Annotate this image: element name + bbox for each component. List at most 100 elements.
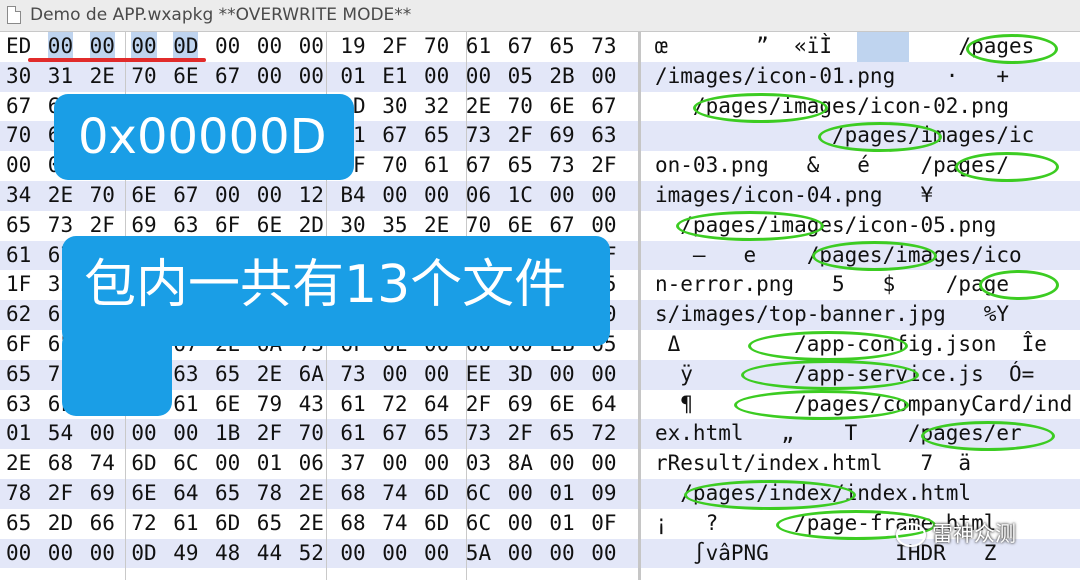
hex-byte[interactable]: 00 [508, 539, 533, 569]
hex-byte[interactable]: 2F [48, 479, 73, 509]
hex-byte[interactable]: 00 [591, 181, 616, 211]
hex-byte[interactable]: 2F [591, 151, 616, 181]
hex-byte[interactable]: 00 [424, 539, 449, 569]
hex-byte[interactable]: 2F [382, 32, 407, 62]
hex-byte[interactable]: 74 [382, 479, 407, 509]
hex-byte[interactable]: 01 [257, 449, 282, 479]
hex-byte[interactable]: 00 [382, 539, 407, 569]
hex-byte[interactable]: 01 [549, 509, 574, 539]
hex-byte[interactable]: 00 [257, 62, 282, 92]
hex-byte[interactable]: 65 [508, 151, 533, 181]
hex-byte[interactable]: 8A [508, 449, 533, 479]
hex-row[interactable]: 34 2E 70 6E 67 00 00 12 B4 00 00 06 1C 00 00 [0, 180, 638, 211]
hex-byte[interactable]: 61 [173, 390, 198, 420]
hex-byte[interactable]: EE [466, 360, 491, 390]
hex-byte[interactable]: 67 [508, 32, 533, 62]
hex-byte[interactable]: 00 [90, 539, 115, 569]
hex-byte[interactable]: 05 [508, 62, 533, 92]
ascii-row[interactable]: /images/icon-01.png · + [641, 61, 1080, 92]
hex-byte[interactable]: 00 [6, 151, 31, 181]
hex-row[interactable]: 78 2F 69 6E 64 65 78 2E 68 74 6D 6C 00 01 09 [0, 478, 638, 509]
hex-byte[interactable]: 03 [466, 449, 491, 479]
hex-byte[interactable]: 73 [549, 151, 574, 181]
hex-byte[interactable]: 67 [591, 92, 616, 122]
hex-byte[interactable]: 00 [424, 449, 449, 479]
hex-byte[interactable]: 06 [299, 449, 324, 479]
hex-byte[interactable]: 69 [508, 390, 533, 420]
hex-byte[interactable]: 67 [173, 181, 198, 211]
hex-byte[interactable]: 31 [48, 62, 73, 92]
hex-byte[interactable]: 00 [382, 181, 407, 211]
hex-byte[interactable]: 2F [508, 419, 533, 449]
hex-byte[interactable]: 00 [299, 62, 324, 92]
hex-byte[interactable]: 6E [173, 62, 198, 92]
hex-byte[interactable]: 00 [591, 449, 616, 479]
hex-byte[interactable]: 65 [424, 121, 449, 151]
hex-byte[interactable]: 6A [299, 360, 324, 390]
hex-byte[interactable]: 6E [131, 181, 156, 211]
hex-byte[interactable]: 65 [6, 211, 31, 241]
hex-byte[interactable]: 63 [591, 121, 616, 151]
hex-byte[interactable]: 2E [6, 449, 31, 479]
hex-byte[interactable]: 72 [591, 419, 616, 449]
hex-byte[interactable]: 2E [257, 360, 282, 390]
hex-byte[interactable]: 6D [131, 449, 156, 479]
hex-byte[interactable]: 6E [215, 390, 240, 420]
hex-byte[interactable]: 37 [340, 449, 365, 479]
hex-byte[interactable]: 65 [549, 419, 574, 449]
hex-byte[interactable]: 0F [591, 509, 616, 539]
hex-byte[interactable]: 72 [382, 390, 407, 420]
hex-byte[interactable]: 00 [299, 32, 324, 62]
hex-row[interactable]: 65 2D 66 72 61 6D 65 2E 68 74 6D 6C 00 01 0F [0, 509, 638, 539]
hex-byte[interactable]: 63 [6, 390, 31, 420]
hex-byte[interactable]: 68 [48, 449, 73, 479]
hex-byte[interactable]: 65 [6, 509, 31, 539]
hex-byte[interactable]: 70 [424, 32, 449, 62]
hex-byte[interactable]: 00 [257, 181, 282, 211]
hex-row[interactable]: 00 00 00 0D 49 48 44 52 00 00 00 5A 00 00 00 [0, 538, 638, 569]
hex-byte[interactable]: 00 [131, 419, 156, 449]
hex-byte[interactable]: B4 [340, 181, 365, 211]
hex-byte[interactable]: 3D [508, 360, 533, 390]
hex-byte[interactable]: 73 [591, 32, 616, 62]
hex-byte[interactable]: 09 [591, 479, 616, 509]
hex-row[interactable]: 01 54 00 00 00 1B 2F 70 61 67 65 73 2F 65 72 [0, 419, 638, 450]
hex-byte[interactable]: 6E [549, 390, 574, 420]
hex-byte[interactable]: 67 [6, 92, 31, 122]
hex-byte[interactable]: 00 [549, 539, 574, 569]
hex-byte[interactable]: E1 [382, 62, 407, 92]
hex-byte[interactable]: 2B [549, 62, 574, 92]
hex-byte[interactable]: ED [6, 32, 31, 62]
hex-byte[interactable]: 68 [340, 479, 365, 509]
hex-byte[interactable]: 00 [508, 509, 533, 539]
hex-byte[interactable]: 69 [549, 121, 574, 151]
ascii-row[interactable]: images/icon-04.png ¥ [641, 180, 1080, 211]
hex-byte[interactable]: 2E [299, 479, 324, 509]
hex-byte[interactable]: 6E [549, 92, 574, 122]
hex-byte[interactable]: 00 [591, 62, 616, 92]
hex-byte[interactable]: 61 [340, 390, 365, 420]
hex-byte[interactable]: 49 [173, 539, 198, 569]
hex-byte[interactable]: 54 [48, 419, 73, 449]
hex-byte[interactable]: 79 [257, 390, 282, 420]
hex-byte[interactable]: 61 [6, 241, 31, 271]
hex-byte[interactable]: 67 [215, 62, 240, 92]
hex-byte[interactable]: 00 [424, 360, 449, 390]
hex-byte[interactable]: 65 [215, 479, 240, 509]
hex-byte[interactable]: 52 [299, 539, 324, 569]
hex-byte[interactable]: 48 [215, 539, 240, 569]
hex-byte[interactable]: 70 [6, 121, 31, 151]
hex-byte[interactable]: 65 [215, 360, 240, 390]
hex-byte[interactable]: 00 [257, 32, 282, 62]
hex-byte[interactable]: 6D [215, 509, 240, 539]
hex-byte[interactable]: 68 [340, 509, 365, 539]
hex-byte[interactable]: 00 [466, 62, 491, 92]
hex-byte[interactable]: 5A [466, 539, 491, 569]
hex-byte[interactable]: 00 [424, 62, 449, 92]
hex-byte[interactable]: 73 [466, 121, 491, 151]
hex-byte[interactable]: 2E [90, 62, 115, 92]
hex-byte[interactable]: 00 [382, 449, 407, 479]
hex-byte[interactable]: 06 [466, 181, 491, 211]
hex-byte[interactable]: 6C [173, 449, 198, 479]
hex-byte[interactable]: 00 [340, 539, 365, 569]
